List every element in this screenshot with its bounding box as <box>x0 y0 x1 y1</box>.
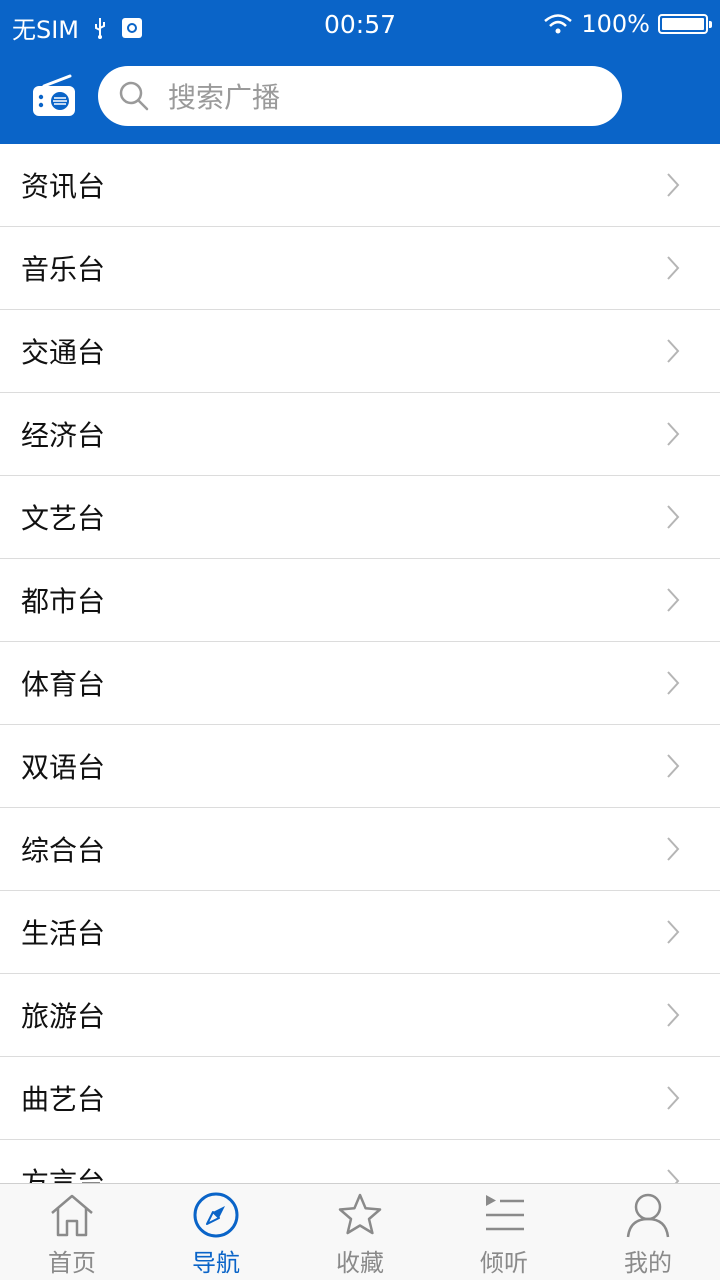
list-item[interactable]: 综合台 <box>0 808 720 891</box>
list-item-label: 交通台 <box>21 336 106 369</box>
user-icon <box>626 1193 670 1238</box>
tab-label: 首页 <box>48 1249 96 1277</box>
list-item-label: 文艺台 <box>21 502 106 535</box>
list-item-label: 综合台 <box>21 834 106 867</box>
list-item-label: 音乐台 <box>21 253 106 286</box>
star-icon <box>338 1193 382 1235</box>
app-header: 无SIM 00:57 100% 搜索广播 <box>0 0 720 144</box>
chevron-right-icon <box>667 588 680 612</box>
list-item-label: 旅游台 <box>21 1000 106 1033</box>
chevron-right-icon <box>667 920 680 944</box>
search-input[interactable]: 搜索广播 <box>168 76 280 116</box>
list-item-label: 双语台 <box>21 751 106 784</box>
tab-listen[interactable]: 倾听 <box>432 1184 576 1280</box>
list-item-label: 曲艺台 <box>21 1083 106 1116</box>
chevron-right-icon <box>667 671 680 695</box>
status-bar: 无SIM 00:57 100% <box>0 0 720 50</box>
chevron-right-icon <box>667 1086 680 1110</box>
tab-navigation[interactable]: 导航 <box>144 1184 288 1280</box>
search-bar[interactable]: 搜索广播 <box>98 66 622 126</box>
chevron-right-icon <box>667 754 680 778</box>
list-item[interactable]: 音乐台 <box>0 227 720 310</box>
list-item[interactable]: 生活台 <box>0 891 720 974</box>
list-item[interactable]: 体育台 <box>0 642 720 725</box>
list-item-label: 生活台 <box>21 917 106 950</box>
list-item[interactable]: 资讯台 <box>0 144 720 227</box>
wifi-icon <box>544 14 573 34</box>
list-item[interactable]: 方言台 <box>0 1140 720 1183</box>
chevron-right-icon <box>667 1003 680 1027</box>
list-item[interactable]: 经济台 <box>0 393 720 476</box>
list-item-label: 资讯台 <box>21 170 106 203</box>
chevron-right-icon <box>667 173 680 197</box>
battery-icon <box>658 14 712 34</box>
search-icon <box>119 81 149 111</box>
list-item-label: 经济台 <box>21 419 106 452</box>
playlist-icon <box>486 1195 524 1231</box>
list-item[interactable]: 文艺台 <box>0 476 720 559</box>
list-item[interactable]: 旅游台 <box>0 974 720 1057</box>
tab-label: 收藏 <box>336 1249 384 1277</box>
chevron-right-icon <box>667 256 680 280</box>
tab-label: 导航 <box>192 1249 240 1277</box>
tab-favorites[interactable]: 收藏 <box>288 1184 432 1280</box>
category-list: 资讯台 音乐台 交通台 经济台 文艺台 都市台 体育台 双语台 综合台 生活台 … <box>0 144 720 1183</box>
tab-me[interactable]: 我的 <box>576 1184 720 1280</box>
tab-label: 倾听 <box>480 1249 528 1277</box>
compass-icon <box>193 1192 239 1238</box>
radio-icon[interactable] <box>30 72 78 120</box>
tab-home[interactable]: 首页 <box>0 1184 144 1280</box>
chevron-right-icon <box>667 339 680 363</box>
chevron-right-icon <box>667 1169 680 1183</box>
chevron-right-icon <box>667 505 680 529</box>
list-item-label: 都市台 <box>21 585 106 618</box>
chevron-right-icon <box>667 837 680 861</box>
list-item[interactable]: 交通台 <box>0 310 720 393</box>
tab-label: 我的 <box>624 1249 672 1277</box>
chevron-right-icon <box>667 422 680 446</box>
list-item[interactable]: 双语台 <box>0 725 720 808</box>
home-icon <box>51 1194 93 1237</box>
list-item[interactable]: 都市台 <box>0 559 720 642</box>
list-item-label: 体育台 <box>21 668 106 701</box>
tab-bar: 首页 导航 收藏 倾听 我的 <box>0 1183 720 1280</box>
list-item[interactable]: 曲艺台 <box>0 1057 720 1140</box>
battery-percent: 100% <box>581 10 650 38</box>
list-item-label: 方言台 <box>21 1166 106 1183</box>
